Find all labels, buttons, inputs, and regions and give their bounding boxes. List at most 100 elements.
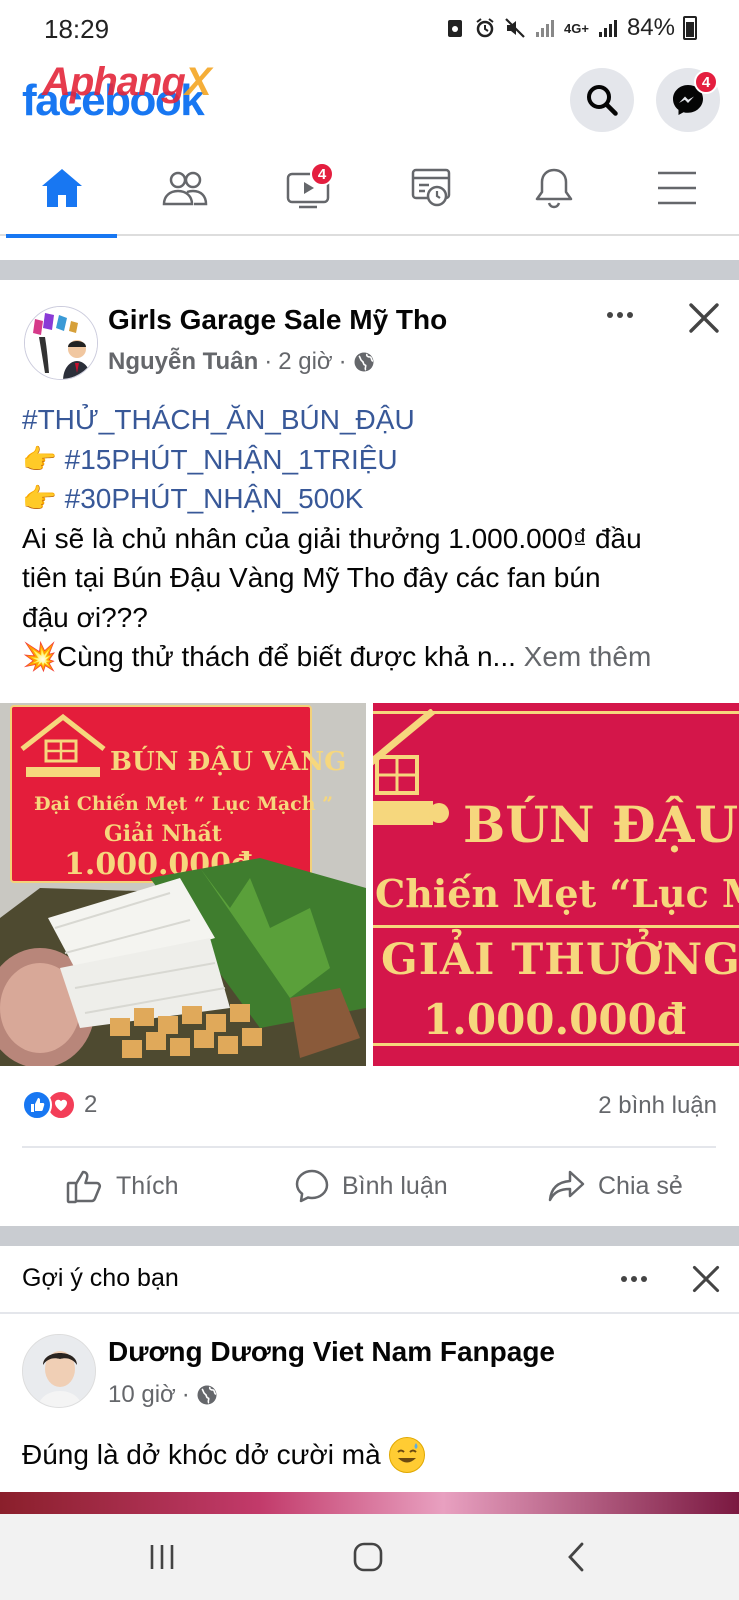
messenger-badge: 4 xyxy=(694,70,718,94)
signal-icon xyxy=(536,20,555,37)
post-hashtag[interactable]: #THỬ_THÁCH_ĂN_BÚN_ĐẬU xyxy=(22,400,722,440)
watch-badge: 4 xyxy=(310,162,334,186)
comment-label: Bình luận xyxy=(342,1171,448,1200)
network-type: 4G+ xyxy=(564,20,589,36)
friends-icon xyxy=(162,171,207,206)
tab-friends[interactable] xyxy=(123,140,246,236)
house-logo-icon xyxy=(20,713,106,777)
tab-notifications[interactable] xyxy=(492,140,615,236)
sign-divider xyxy=(373,925,739,928)
globe-icon xyxy=(354,352,374,372)
action-divider xyxy=(22,1146,716,1148)
dot xyxy=(641,1276,647,1282)
post-time[interactable]: 2 giờ xyxy=(278,348,332,376)
post-hashtag[interactable]: #30PHÚT_NHẬN_500K xyxy=(65,483,364,514)
memories-icon xyxy=(411,168,450,207)
post-text: #THỬ_THÁCH_ĂN_BÚN_ĐẬU 👉 #15PHÚT_NHẬN_1TR… xyxy=(22,400,722,677)
sign-top-border xyxy=(373,711,739,714)
meta-dot: · xyxy=(181,1381,190,1408)
recent-apps-button[interactable] xyxy=(112,1514,212,1600)
thumbs-up-icon xyxy=(66,1170,102,1204)
dot xyxy=(607,312,613,318)
alarm-icon xyxy=(476,18,494,38)
tab-home[interactable] xyxy=(0,140,123,238)
point-right-emoji: 👉 xyxy=(22,483,57,514)
post-photo-1[interactable]: BÚN ĐẬU VÀNG Đại Chiến Mẹt “ Lục Mạch ” … xyxy=(0,703,366,1066)
post-line: 👉 #15PHÚT_NHẬN_1TRIỆU xyxy=(22,440,722,480)
signal-icon-2 xyxy=(598,20,617,37)
tab-watch[interactable]: 4 xyxy=(246,140,369,236)
see-more-link[interactable]: Xem thêm xyxy=(524,641,652,672)
tab-memories[interactable] xyxy=(369,140,492,236)
post-author[interactable]: Nguyễn Tuân xyxy=(108,348,258,376)
suggestion-text: Đúng là dở khóc dở cười mà xyxy=(22,1437,425,1473)
messenger-button[interactable]: 4 xyxy=(656,68,720,132)
house-logo-icon xyxy=(373,709,449,825)
post-more-button[interactable] xyxy=(600,300,640,330)
suggestion-more-button[interactable] xyxy=(614,1264,654,1294)
meta-dot: · xyxy=(338,348,347,375)
sign-award: Giải Nhất xyxy=(104,821,222,847)
status-time: 18:29 xyxy=(44,14,110,44)
tab-bar: 4 xyxy=(0,140,739,238)
page-name[interactable]: Dương Dương Viet Nam Fanpage xyxy=(108,1336,555,1368)
collision-emoji: 💥 xyxy=(22,641,57,672)
tab-menu[interactable] xyxy=(615,140,738,236)
comment-button[interactable]: Bình luận xyxy=(294,1152,448,1220)
comment-icon xyxy=(295,1169,329,1203)
back-icon xyxy=(568,1542,584,1572)
sign-bottom-border xyxy=(373,1043,739,1046)
post-line: đậu ơi??? xyxy=(22,601,148,633)
post-meta: Nguyễn Tuân · 2 giờ · xyxy=(108,348,375,376)
meta-dot: · xyxy=(264,348,273,375)
suggestion-meta: 10 giờ · xyxy=(108,1381,218,1409)
suggestion-photo[interactable] xyxy=(0,1492,739,1514)
group-name[interactable]: Girls Garage Sale Mỹ Tho xyxy=(108,304,447,336)
home-button[interactable] xyxy=(318,1514,418,1600)
feed-separator xyxy=(0,1226,739,1246)
group-avatar[interactable] xyxy=(24,306,98,380)
mute-icon xyxy=(505,18,525,38)
share-label: Chia sẻ xyxy=(598,1171,683,1200)
sign-brand: BÚN ĐẬU V xyxy=(463,795,739,854)
post-hashtag[interactable]: #15PHÚT_NHẬN_1TRIỆU xyxy=(65,444,398,475)
sign-prize: 1.000.000đ xyxy=(423,995,687,1044)
post-line: 💥Cùng thử thách để biết được khả n... Xe… xyxy=(22,637,722,677)
dot xyxy=(621,1276,627,1282)
post-line: 👉 #30PHÚT_NHẬN_500K xyxy=(22,479,722,519)
watermark-text: Aphang xyxy=(42,60,186,104)
search-button[interactable] xyxy=(570,68,634,132)
sign-brand: BÚN ĐẬU VÀNG xyxy=(110,747,347,777)
system-nav-bar xyxy=(0,1514,739,1600)
point-right-emoji: 👉 xyxy=(22,443,57,475)
group-avatar-image xyxy=(25,307,97,379)
sign-board: BÚN ĐẬU VÀNG Đại Chiến Mẹt “ Lục Mạch ” … xyxy=(10,705,346,883)
dot xyxy=(627,312,633,318)
status-icons: 4G+ 84% xyxy=(444,14,697,42)
app-header: facebook AphangX 4 xyxy=(0,58,739,140)
page-avatar[interactable] xyxy=(22,1334,96,1408)
post-line: Ai sẽ là chủ nhân của giải thưởng 1.000.… xyxy=(22,522,642,554)
watermark: AphangX xyxy=(42,60,212,105)
like-button[interactable]: Thích xyxy=(66,1152,179,1220)
battery-percent: 84% xyxy=(626,14,675,41)
dismiss-suggestion-button[interactable] xyxy=(690,1263,722,1295)
suggestion-time[interactable]: 10 giờ xyxy=(108,1381,176,1409)
suggestion-heading: Gợi ý cho bạn xyxy=(22,1264,179,1292)
menu-icon xyxy=(657,171,696,205)
share-button[interactable]: Chia sẻ xyxy=(548,1152,683,1220)
page-avatar-image xyxy=(23,1335,95,1407)
post-photo-2[interactable]: BÚN ĐẬU V Chiến Mẹt “Lục Ma GIẢI THƯỞNG … xyxy=(373,703,739,1066)
reaction-summary[interactable]: 2 xyxy=(22,1090,97,1120)
sign-award: GIẢI THƯỞNG xyxy=(381,935,739,985)
globe-icon xyxy=(197,1385,217,1405)
hide-post-button[interactable] xyxy=(686,300,722,336)
like-reaction-icon xyxy=(22,1090,52,1120)
home-icon xyxy=(41,169,82,207)
search-icon xyxy=(587,85,618,116)
comment-count[interactable]: 2 bình luận xyxy=(598,1092,717,1120)
back-button[interactable] xyxy=(526,1514,626,1600)
status-bar: 18:29 4G+ 84% xyxy=(0,0,739,58)
post-line-truncated: Cùng thử thách để biết được khả n... xyxy=(56,641,516,672)
like-label: Thích xyxy=(116,1171,179,1200)
